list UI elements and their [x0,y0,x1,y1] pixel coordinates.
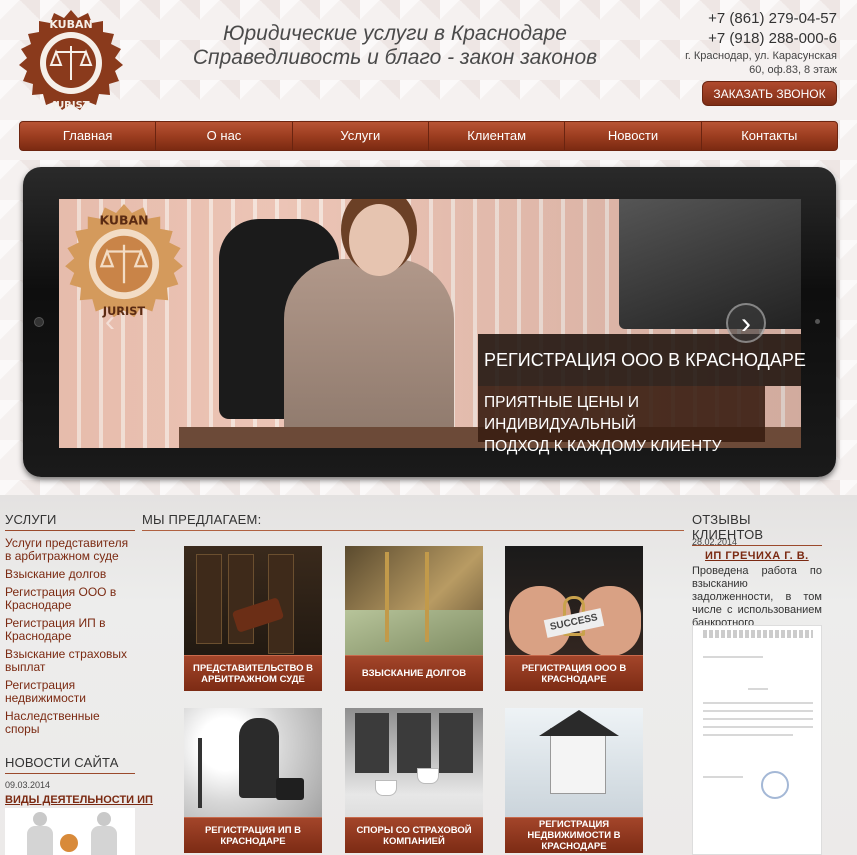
tile-label: СПОРЫ СО СТРАХОВОЙ КОМПАНИЕЙ [345,817,483,853]
news-figure-body-b [91,826,117,855]
nav-item-clients[interactable]: Клиентам [429,122,566,150]
tile-label: РЕГИСТРАЦИЯ НЕДВИЖИМОСТИ В КРАСНОДАРЕ [505,817,643,853]
service-link-ooo[interactable]: Регистрация ООО в Краснодаре [5,586,135,612]
address-line-2: 60, оф.83, 8 этаж [749,64,837,76]
letter-line [703,702,813,704]
slide-person-body [284,259,454,448]
letter-line [748,688,768,690]
order-call-button[interactable]: ЗАКАЗАТЬ ЗВОНОК [702,81,837,106]
nav-item-news[interactable]: Новости [565,122,702,150]
street-lamp [198,738,202,808]
slogan-line-1: Юридические услуги в Краснодаре [223,22,567,45]
letter-line [703,726,813,728]
letter-line [703,710,813,712]
offer-tile-realty[interactable]: РЕГИСТРАЦИЯ НЕДВИЖИМОСТИ В КРАСНОДАРЕ [505,708,643,853]
hourglass-icon [385,552,429,642]
service-link-arbitration[interactable]: Услуги представителя в арбитражном суде [5,537,135,563]
letter-header [703,630,813,638]
service-link-ip[interactable]: Регистрация ИП в Краснодаре [5,617,135,643]
slider-prev-arrow-icon[interactable]: ‹ [90,303,130,343]
site-logo[interactable]: KUBAN JURIST [18,10,124,116]
person-suit [397,713,431,773]
offer-title: МЫ ПРЕДЛАГАЕМ: [142,512,684,531]
logo-top-text: KUBAN [49,18,92,31]
service-link-debt[interactable]: Взыскание долгов [5,568,135,581]
tile-label: ПРЕДСТАВИТЕЛЬСТВО В АРБИТРАЖНОМ СУДЕ [184,655,322,691]
coffee-cup-icon [375,780,397,796]
tile-label: РЕГИСТРАЦИЯ ИП В КРАСНОДАРЕ [184,817,322,853]
offer-tile-debt[interactable]: ВЗЫСКАНИЕ ДОЛГОВ [345,546,483,691]
gear-icon [60,834,78,852]
offer-tile-ip[interactable]: РЕГИСТРАЦИЯ ИП В КРАСНОДАРЕ [184,708,322,853]
services-title: УСЛУГИ [5,512,135,531]
slogan-line-2: Справедливость и благо - закон законов [192,46,598,69]
nav-item-contacts[interactable]: Контакты [702,122,837,150]
service-link-inheritance[interactable]: Наследственные споры [5,710,135,736]
tile-label: РЕГИСТРАЦИЯ ООО В КРАСНОДАРЕ [505,655,643,691]
offer-tile-arbitration[interactable]: ПРЕДСТАВИТЕЛЬСТВО В АРБИТРАЖНОМ СУДЕ [184,546,322,691]
businessman-silhouette [239,718,279,798]
letter-line [703,776,743,778]
news-figure-body-a [27,826,53,855]
header-slogan: Юридические услуги в Краснодаре Справедл… [160,22,630,70]
slide-subtitle-line-2: ПОДХОД К КАЖДОМУ КЛИЕНТУ [484,438,722,455]
logo-bottom-text: JURIST [51,100,89,111]
service-link-realty[interactable]: Регистрация недвижимости [5,679,135,705]
person-suit [439,713,473,773]
tablet-camera [34,317,44,327]
letter-line [703,656,763,658]
review-letter-image[interactable] [692,625,822,855]
slide-caption-subtitle: ПРИЯТНЫЕ ЦЕНЫ И ИНДИВИДУАЛЬНЫЙ ПОДХОД К … [478,386,765,455]
slider-next-arrow-icon[interactable]: › [726,303,766,343]
slide-logo-top-text: KUBAN [99,212,148,227]
news-date: 09.03.2014 [5,780,51,790]
news-figure-head-a [33,812,47,826]
services-list: Услуги представителя в арбитражном суде … [5,537,135,741]
phone-2[interactable]: +7 (918) 288-000-6 [685,29,837,49]
header-contacts: +7 (861) 279-04-57 +7 (918) 288-000-6 г.… [685,9,837,106]
news-image[interactable] [5,808,135,855]
slide-monitor [619,199,801,329]
person-suit [355,713,389,773]
review-date: 28.02.2014 [692,537,738,547]
coffee-cup-icon [417,768,439,784]
news-figure-head-b [97,812,111,826]
tile-label: ВЗЫСКАНИЕ ДОЛГОВ [345,655,483,691]
service-link-insurance[interactable]: Взыскание страховых выплат [5,648,135,674]
law-book [196,554,222,644]
address-line-1: г. Краснодар, ул. Карасунская [685,50,837,62]
main-nav: Главная О нас Услуги Клиентам Новости Ко… [19,121,838,151]
offer-tile-ooo[interactable]: SUCCESS РЕГИСТРАЦИЯ ООО В КРАСНОДАРЕ [505,546,643,691]
slide-logo: KUBAN JURIST [65,204,183,318]
phone-1[interactable]: +7 (861) 279-04-57 [685,9,837,29]
review-author-link[interactable]: ИП ГРЕЧИХА Г. В. [705,550,809,562]
letter-line [703,718,813,720]
nav-item-services[interactable]: Услуги [293,122,429,150]
news-link[interactable]: ВИДЫ ДЕЯТЕЛЬНОСТИ ИП [5,794,153,806]
briefcase-icon [276,778,304,800]
news-title: НОВОСТИ САЙТА [5,755,135,774]
roof-shape [539,710,619,736]
offer-tile-insurance[interactable]: СПОРЫ СО СТРАХОВОЙ КОМПАНИЕЙ [345,708,483,853]
letter-line [703,734,793,736]
slide-subtitle-line-1: ПРИЯТНЫЕ ЦЕНЫ И ИНДИВИДУАЛЬНЫЙ [484,394,640,433]
house-icon [550,728,606,794]
slide-person-head [349,204,409,276]
stamp-icon [761,771,789,799]
tablet-sensor [815,319,820,324]
nav-item-home[interactable]: Главная [20,122,157,150]
nav-item-about[interactable]: О нас [156,122,293,150]
